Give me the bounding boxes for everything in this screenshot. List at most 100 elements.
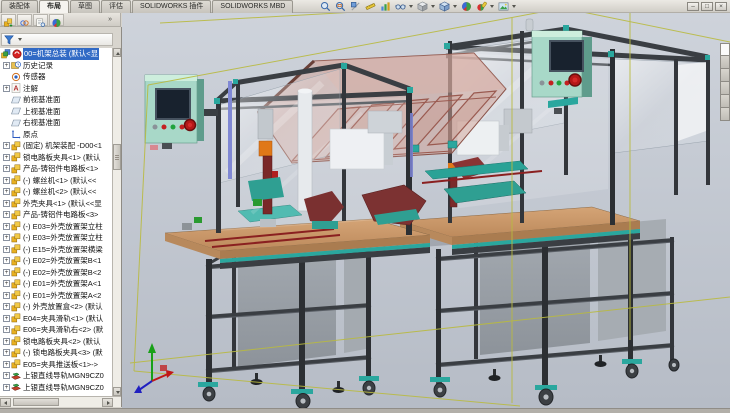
expand-toggle[interactable]: + bbox=[3, 200, 10, 207]
expand-toggle[interactable]: + bbox=[3, 280, 10, 287]
taskpane-tab-5[interactable] bbox=[720, 95, 730, 108]
tree-filter[interactable] bbox=[1, 33, 113, 46]
close-button[interactable]: × bbox=[715, 2, 727, 11]
tree-item[interactable]: +A注解 bbox=[0, 83, 113, 95]
scroll-thumb[interactable] bbox=[113, 144, 121, 170]
expand-toggle[interactable]: + bbox=[3, 188, 10, 195]
expand-toggle[interactable]: + bbox=[3, 142, 10, 149]
tree-item[interactable]: +(-) E02=外壳放置架B<1 bbox=[0, 255, 113, 267]
expand-toggle[interactable]: + bbox=[3, 372, 10, 379]
filter-dropdown-caret[interactable] bbox=[18, 38, 22, 41]
restore-button[interactable]: □ bbox=[701, 2, 713, 11]
tree-horizontal-scrollbar[interactable] bbox=[0, 396, 121, 407]
scroll-thumb[interactable] bbox=[13, 398, 59, 406]
view-orientation-icon[interactable] bbox=[437, 1, 451, 13]
component-preview-button[interactable] bbox=[33, 14, 48, 26]
expand-toggle[interactable]: + bbox=[3, 349, 10, 356]
expand-toggle[interactable]: + bbox=[3, 154, 10, 161]
tree-item[interactable]: +(固定) 机架装配 -D00<1 bbox=[0, 140, 113, 152]
expand-toggle[interactable]: + bbox=[3, 326, 10, 333]
taskpane-tab-6[interactable] bbox=[720, 108, 730, 121]
tree-item[interactable]: 原点 bbox=[0, 129, 113, 141]
tree-item[interactable]: +(-) E03=外壳放置架立柱 bbox=[0, 221, 113, 233]
tree-item[interactable]: +外壳夹具<1> (默认<<显 bbox=[0, 198, 113, 210]
expand-toggle[interactable]: + bbox=[3, 211, 10, 218]
expand-toggle[interactable]: + bbox=[3, 384, 10, 391]
scroll-down-button[interactable] bbox=[113, 387, 121, 396]
tree-item[interactable]: +锁电路板夹具<1> (默认 bbox=[0, 152, 113, 164]
tree-item[interactable]: +(-) 螺丝机<1> (默认<< bbox=[0, 175, 113, 187]
expand-toggle[interactable]: + bbox=[3, 62, 10, 69]
scroll-left-button[interactable] bbox=[0, 398, 11, 407]
tree-vertical-scrollbar[interactable] bbox=[112, 48, 121, 396]
tree-item[interactable]: +产品-铸铝件电路板<1> bbox=[0, 163, 113, 175]
assembly-visualization-icon[interactable] bbox=[378, 1, 392, 13]
expand-toggle[interactable]: + bbox=[3, 246, 10, 253]
expand-toggle[interactable]: + bbox=[3, 165, 10, 172]
tree-item[interactable]: +上银直线导轨MGN9CZ0 bbox=[0, 370, 113, 382]
apply-scene-dropdown-caret[interactable] bbox=[512, 5, 516, 8]
tree-item[interactable]: +(-) E01=外壳放置架A<2 bbox=[0, 290, 113, 302]
view-orientation-dropdown-caret[interactable] bbox=[453, 5, 457, 8]
tree-item[interactable]: +(-) 外壳放置盒<2> (默认 bbox=[0, 301, 113, 313]
taskpane-tab-4[interactable] bbox=[720, 82, 730, 95]
expand-toggle[interactable]: + bbox=[3, 85, 10, 92]
insert-components-button[interactable] bbox=[1, 14, 16, 26]
scroll-right-button[interactable] bbox=[102, 398, 113, 407]
toolbar-overflow-button[interactable]: » bbox=[108, 16, 112, 23]
minimize-button[interactable]: – bbox=[687, 2, 699, 11]
tab-SOLIDWORKS MBD[interactable]: SOLIDWORKS MBD bbox=[212, 0, 293, 13]
display-style-icon[interactable] bbox=[415, 1, 429, 13]
tree-item[interactable]: 传感器 bbox=[0, 71, 113, 83]
tree-item[interactable]: +产品-铸铝件电路板<3> bbox=[0, 209, 113, 221]
expand-toggle[interactable]: + bbox=[3, 223, 10, 230]
tab-SOLIDWORKS 插件[interactable]: SOLIDWORKS 插件 bbox=[132, 0, 211, 13]
zoom-fit-icon[interactable] bbox=[318, 1, 332, 13]
taskpane-tab-1[interactable] bbox=[720, 43, 730, 56]
display-style-dropdown-caret[interactable] bbox=[431, 5, 435, 8]
tree-item[interactable]: +E04=夹具滑轨<1> (默认 bbox=[0, 313, 113, 325]
tree-item[interactable]: +(-) E15=外壳放置架横梁 bbox=[0, 244, 113, 256]
tree-item[interactable]: +E05=夹具推送板<1>-> bbox=[0, 359, 113, 371]
tree-item[interactable]: +(-) E01=外壳放置架A<1 bbox=[0, 278, 113, 290]
tree-item[interactable]: 右视基准面 bbox=[0, 117, 113, 129]
tab-布局[interactable]: 布局 bbox=[39, 0, 69, 13]
expand-toggle[interactable]: + bbox=[3, 361, 10, 368]
tab-装配体[interactable]: 装配体 bbox=[1, 0, 38, 13]
zoom-area-icon[interactable] bbox=[333, 1, 347, 13]
tab-草图[interactable]: 草图 bbox=[70, 0, 100, 13]
edit-appearance-icon[interactable] bbox=[474, 1, 488, 13]
tree-item[interactable]: +E06=夹具滑轨右<2> (默 bbox=[0, 324, 113, 336]
expand-toggle[interactable]: + bbox=[3, 338, 10, 345]
expand-toggle[interactable]: + bbox=[3, 257, 10, 264]
tree-item[interactable]: +历史记录 bbox=[0, 60, 113, 72]
tree-item[interactable]: 上视基准面 bbox=[0, 106, 113, 118]
tree-item[interactable]: +(-) 锁电路板夹具<3> (默 bbox=[0, 347, 113, 359]
hide-show-items-dropdown-caret[interactable] bbox=[409, 5, 413, 8]
expand-toggle[interactable]: + bbox=[3, 292, 10, 299]
mate-button[interactable] bbox=[17, 14, 32, 26]
tree-item[interactable]: 前视基准面 bbox=[0, 94, 113, 106]
appearances-button[interactable] bbox=[49, 14, 64, 26]
tab-评估[interactable]: 评估 bbox=[101, 0, 131, 13]
tree-item[interactable]: +(-) E02=外壳放置架B<2 bbox=[0, 267, 113, 279]
tree-item[interactable]: 00=机架总装 (默认<显 bbox=[0, 48, 113, 60]
3d-viewport[interactable] bbox=[122, 13, 730, 408]
tree-item[interactable]: +上银直线导轨MGN9CZ0 bbox=[0, 382, 113, 394]
section-view-icon[interactable] bbox=[348, 1, 362, 13]
tree-item[interactable]: +锁电路板夹具<2> (默认 bbox=[0, 336, 113, 348]
tree-item[interactable]: +(-) E03=外壳放置架立柱 bbox=[0, 232, 113, 244]
taskpane-tab-2[interactable] bbox=[720, 56, 730, 69]
expand-toggle[interactable]: + bbox=[3, 177, 10, 184]
appearance-icon[interactable] bbox=[459, 1, 473, 13]
scroll-up-button[interactable] bbox=[113, 48, 121, 57]
apply-scene-icon[interactable] bbox=[496, 1, 510, 13]
expand-toggle[interactable]: + bbox=[3, 315, 10, 322]
taskpane-tab-3[interactable] bbox=[720, 69, 730, 82]
measure-icon[interactable] bbox=[363, 1, 377, 13]
expand-toggle[interactable]: + bbox=[3, 234, 10, 241]
edit-appearance-dropdown-caret[interactable] bbox=[490, 5, 494, 8]
tree-item[interactable]: +(-) 螺丝机<2> (默认<< bbox=[0, 186, 113, 198]
expand-toggle[interactable]: + bbox=[3, 303, 10, 310]
hide-show-items-icon[interactable] bbox=[393, 1, 407, 13]
